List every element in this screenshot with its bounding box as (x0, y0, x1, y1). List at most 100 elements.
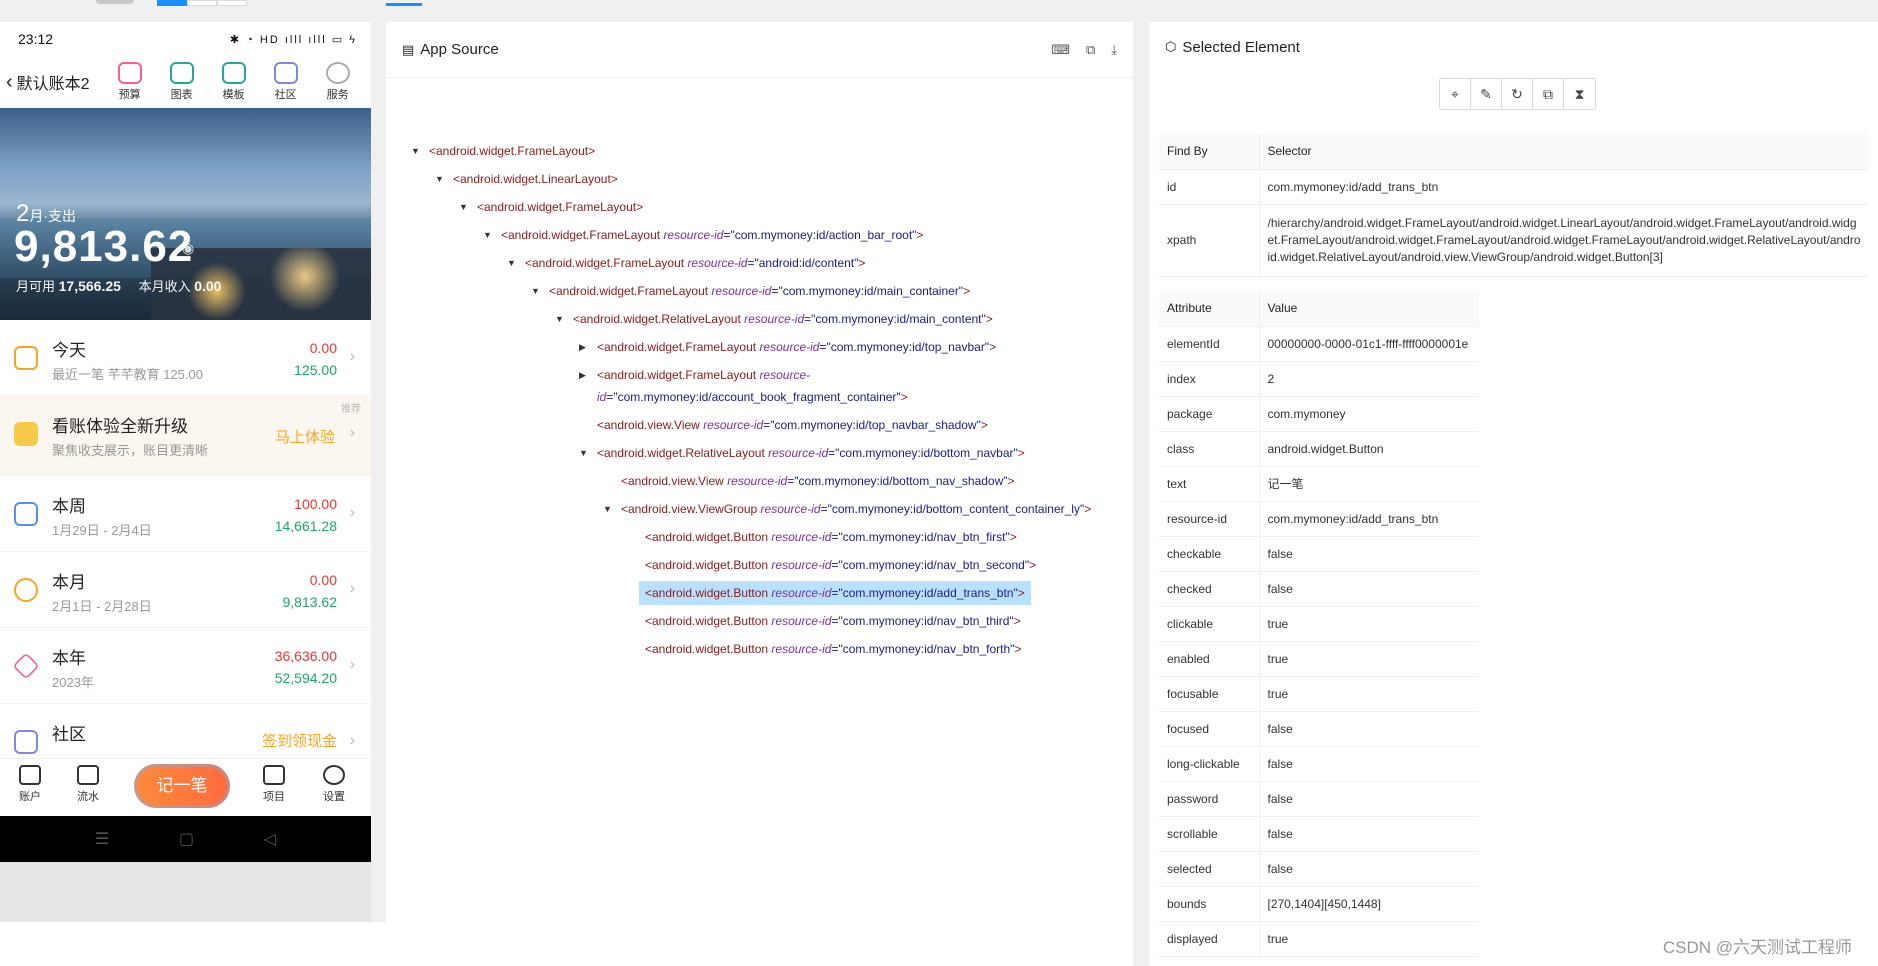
tree-node[interactable]: ▼ <android.widget.FrameLayout resource-id… (483, 226, 924, 244)
attr-value: android.widget.Button (1259, 431, 1479, 467)
list-item-year[interactable]: 本年 2023年 36,636.00 52,594.20 › (0, 628, 371, 704)
attr-key: package (1159, 396, 1260, 432)
expand-arrow-icon[interactable]: ▼ (435, 170, 444, 188)
tap-target-icon[interactable]: ⌖ (1440, 79, 1471, 109)
expand-arrow-icon[interactable]: ▼ (603, 500, 612, 518)
segment-button-1[interactable] (157, 0, 187, 6)
col-header-attribute: Attribute (1159, 291, 1260, 327)
back-arrow-icon[interactable]: ‹ (6, 71, 13, 94)
node-tag: <android.widget.Button (645, 530, 772, 544)
summary-list: 今天 最近一笔 芊芊教育 125.00 0.00 125.00 › 推荐 看账体… (0, 320, 371, 780)
promo-cta[interactable]: 马上体验 (275, 426, 335, 447)
menu-icon[interactable]: ☰ (95, 829, 109, 849)
download-icon[interactable]: ⤓ (1111, 42, 1117, 58)
tree-node[interactable]: ▼ <android.widget.RelativeLayout resource… (555, 310, 993, 328)
attr-value: false (1259, 851, 1479, 887)
list-item-month[interactable]: 本月 2月1日 - 2月28日 0.00 9,813.62 › (0, 552, 371, 628)
tree-node[interactable]: ▶ <android.widget.FrameLayout resource-id… (579, 338, 996, 356)
tree-node[interactable]: <android.widget.Button resource-id="com.… (645, 556, 1036, 574)
expand-arrow-icon[interactable]: ▼ (483, 226, 492, 244)
toggle-switch[interactable] (96, 0, 134, 4)
tree-node[interactable]: ▼ <android.view.ViewGroup resource-id="co… (603, 500, 1091, 518)
expand-arrow-icon[interactable]: ▼ (459, 198, 468, 216)
node-tail: > (1007, 474, 1015, 488)
tree-node[interactable]: ▼ <android.widget.LinearLayout> (435, 170, 618, 188)
row-title: 社区 (52, 725, 86, 744)
tree-node[interactable]: <android.widget.Button resource-id="com.… (645, 612, 1021, 630)
tree-node[interactable]: ▶ <android.widget.FrameLayout resource- (579, 366, 810, 384)
node-tail: > (1029, 558, 1037, 572)
expand-arrow-icon[interactable]: ▼ (555, 310, 564, 328)
node-value: ="com.mymoney:id/bottom_content_containe… (820, 502, 1085, 516)
expand-arrow-icon[interactable]: ▶ (579, 338, 586, 356)
send-keys-pencil-icon[interactable]: ✎ (1471, 79, 1502, 109)
tree-node[interactable]: ▼ <android.widget.FrameLayout resource-id… (507, 254, 865, 272)
node-tail: > (916, 228, 924, 242)
expand-arrow-icon[interactable]: ▼ (507, 254, 516, 272)
selector-value[interactable]: /hierarchy/android.widget.FrameLayout/an… (1259, 204, 1869, 277)
nav-service[interactable]: 服务 (312, 62, 364, 102)
pencil-icon (14, 346, 38, 370)
nav-community[interactable]: 社区 (260, 62, 312, 102)
nav-template[interactable]: 模板 (208, 62, 260, 102)
node-tag: <android.widget.FrameLayout (549, 284, 712, 298)
node-attr: resource-id (711, 284, 772, 298)
nav-btn-flow[interactable]: 流水 (68, 765, 108, 804)
table-row: bounds [270,1404][450,1448] (1159, 886, 1479, 922)
list-item-week[interactable]: 本周 1月29日 - 2月4日 100.00 14,661.28 › (0, 476, 371, 552)
expand-arrow-icon[interactable]: ▶ (579, 366, 586, 384)
node-tag: <android.widget.FrameLayout (501, 228, 664, 242)
nav-budget[interactable]: 预算 (104, 62, 156, 102)
tree-node[interactable]: ▼ <android.widget.RelativeLayout resource… (579, 444, 1025, 462)
selector-value[interactable]: com.mymoney:id/add_trans_btn (1259, 169, 1869, 205)
copy-attributes-icon[interactable]: ⧉ (1533, 79, 1564, 109)
attribute-table: Attribute Value elementId 00000000-0000-01… (1159, 291, 1479, 957)
row-subtitle: 2月1日 - 2月28日 (52, 599, 152, 614)
row-income: 125.00 (294, 362, 337, 378)
node-attr: resource-id (760, 502, 821, 516)
eye-icon[interactable]: ◉ (182, 240, 194, 257)
tree-node[interactable]: <android.widget.Button resource-id="com.… (645, 640, 1021, 658)
node-attr: resource-id (744, 312, 805, 326)
expand-arrow-icon[interactable]: ▼ (411, 142, 420, 160)
app-source-tools: ⌨ ⧉ ⤓ (1051, 42, 1117, 58)
tree-node[interactable]: <android.view.View resource-id="com.mymo… (621, 472, 1015, 490)
community-cta[interactable]: 签到领现金 (262, 730, 337, 751)
segment-button-2[interactable] (187, 0, 217, 6)
segment-button-3[interactable] (217, 0, 247, 6)
account-book-title[interactable]: 默认账本2 (17, 70, 90, 94)
expand-arrow-icon[interactable]: ▼ (579, 444, 588, 462)
tree-node[interactable]: ▼ <android.widget.FrameLayout resource-id… (531, 282, 970, 300)
tree-node-selected[interactable]: <android.widget.Button resource-id="com.… (639, 581, 1031, 605)
timing-hourglass-icon[interactable]: ⧗ (1564, 79, 1595, 109)
monthly-summary-banner[interactable]: 2月·支出 9,813.62 ◉ 月可用 17,566.25 本月收入 0.00 (0, 108, 371, 320)
expand-arrow-icon[interactable]: ▼ (531, 282, 540, 300)
add-transaction-button[interactable]: 记一笔 (134, 764, 230, 808)
clear-refresh-icon[interactable]: ↻ (1502, 79, 1533, 109)
list-item-promo[interactable]: 推荐 看账体验全新升级 聚焦收支展示，账目更清晰 马上体验 › (0, 396, 371, 476)
table-row: selected false (1159, 851, 1479, 887)
nav-chart[interactable]: 图表 (156, 62, 208, 102)
node-attr: resource-id (759, 340, 820, 354)
table-row[interactable]: xpath/hierarchy/android.widget.FrameLayo… (1159, 204, 1869, 277)
tree-node-continued[interactable]: id="com.mymoney:id/account_book_fragment… (597, 388, 908, 406)
back-icon[interactable]: ◁ (264, 829, 276, 849)
home-icon[interactable]: ▢ (179, 829, 194, 849)
tree-node[interactable]: <android.view.View resource-id="com.mymo… (597, 416, 988, 434)
device-screenshot[interactable]: 23:12 ✱ ◔ HD ılll ılll ▭ ϟ ‹ 默认账本2 预算 图表… (0, 22, 371, 862)
terminal-icon[interactable]: ⌨ (1051, 42, 1070, 58)
nav-btn-project[interactable]: 项目 (254, 765, 294, 804)
nav-btn-settings[interactable]: 设置 (314, 765, 354, 804)
selected-element-title: Selected Element (1182, 38, 1300, 56)
list-item-today[interactable]: 今天 最近一笔 芊芊教育 125.00 0.00 125.00 › (0, 320, 371, 396)
tree-node[interactable]: ▼ <android.widget.FrameLayout> (459, 198, 644, 216)
table-row[interactable]: id com.mymoney:id/add_trans_btn (1159, 169, 1869, 205)
available-label: 月可用 (16, 279, 56, 294)
tree-node[interactable]: ▼ <android.widget.FrameLayout> (411, 142, 595, 160)
node-tag: <android.widget.FrameLayout> (477, 200, 644, 214)
tree-node[interactable]: <android.widget.Button resource-id="com.… (645, 528, 1017, 546)
copy-icon[interactable]: ⧉ (1086, 42, 1095, 58)
table-row: focusable true (1159, 676, 1479, 712)
chevron-right-icon: › (349, 424, 355, 441)
nav-btn-account[interactable]: 账户 (10, 765, 50, 804)
